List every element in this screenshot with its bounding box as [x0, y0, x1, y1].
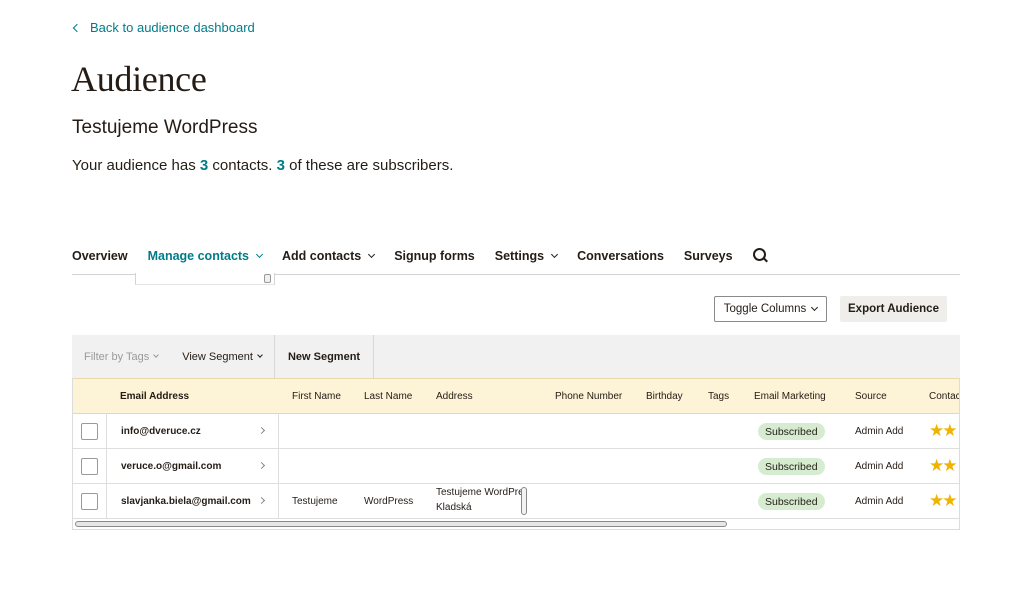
- export-audience-label: Export Audience: [848, 303, 939, 315]
- chevron-down-icon: [257, 352, 263, 358]
- export-audience-button[interactable]: Export Audience: [840, 296, 947, 322]
- column-header-email[interactable]: Email Address: [120, 391, 189, 402]
- column-header-phone[interactable]: Phone Number: [555, 391, 622, 402]
- filter-bar: Filter by Tags View Segment New Segment: [72, 335, 960, 378]
- email-cell[interactable]: slavjanka.biela@gmail.com: [106, 484, 279, 518]
- table-row[interactable]: info@dveruce.cz Subscribed Admin Add ★★: [73, 414, 959, 449]
- tab-settings[interactable]: Settings: [494, 244, 559, 268]
- tab-overview-label: Overview: [72, 249, 128, 263]
- email-cell[interactable]: veruce.o@gmail.com: [106, 449, 279, 483]
- last-name-cell: WordPress: [364, 496, 414, 507]
- chevron-left-icon: [72, 23, 82, 32]
- dropdown-scroll-handle[interactable]: [264, 274, 271, 283]
- contacts-count: 3: [199, 157, 209, 174]
- chevron-down-icon: [368, 250, 376, 259]
- column-header-address[interactable]: Address: [436, 391, 473, 402]
- view-segment-dropdown[interactable]: View Segment: [182, 350, 263, 363]
- subscribers-count: 3: [276, 157, 285, 174]
- tab-add-contacts[interactable]: Add contacts: [282, 244, 376, 268]
- contacts-table: Email Address First Name Last Name Addre…: [72, 378, 960, 530]
- summary-prefix: Your audience has: [72, 157, 196, 174]
- email-cell[interactable]: info@dveruce.cz: [106, 414, 279, 448]
- search-icon[interactable]: [752, 248, 769, 264]
- star-rating-icon: ★★: [929, 491, 958, 510]
- tab-surveys[interactable]: Surveys: [684, 244, 733, 268]
- audience-summary: Your audience has 3 contacts. 3 of these…: [72, 157, 453, 174]
- column-header-first-name[interactable]: First Name: [292, 391, 341, 402]
- toggle-columns-label: Toggle Columns: [723, 303, 807, 315]
- back-link-label: Back to audience dashboard: [90, 20, 255, 35]
- row-checkbox[interactable]: [81, 458, 98, 475]
- summary-middle: contacts.: [212, 157, 273, 174]
- source-cell: Admin Add: [855, 496, 904, 507]
- manage-contacts-dropdown[interactable]: [135, 273, 275, 285]
- tab-add-contacts-label: Add contacts: [282, 249, 362, 263]
- column-header-tags[interactable]: Tags: [708, 391, 729, 402]
- source-cell: Admin Add: [855, 461, 904, 472]
- audience-nav: Overview Manage contacts Add contacts Si…: [72, 244, 960, 275]
- contact-email[interactable]: veruce.o@gmail.com: [121, 461, 221, 472]
- page-title: Audience: [71, 59, 207, 99]
- chevron-down-icon: [551, 250, 559, 259]
- column-header-contact-rating[interactable]: Contac: [929, 391, 959, 402]
- status-badge: Subscribed: [758, 423, 825, 440]
- horizontal-scrollbar[interactable]: [75, 521, 727, 527]
- star-rating-icon: ★★: [929, 421, 958, 440]
- summary-suffix: of these are subscribers.: [289, 157, 454, 174]
- address-line-2: Kladská: [436, 502, 472, 513]
- view-segment-label: View Segment: [182, 350, 253, 363]
- contact-email[interactable]: info@dveruce.cz: [121, 426, 201, 437]
- tab-signup-forms[interactable]: Signup forms: [394, 244, 475, 268]
- chevron-right-icon[interactable]: [257, 496, 266, 505]
- table-header: Email Address First Name Last Name Addre…: [73, 378, 959, 414]
- new-segment-label: New Segment: [287, 350, 361, 363]
- chevron-right-icon[interactable]: [257, 461, 266, 470]
- column-header-birthday[interactable]: Birthday: [646, 391, 683, 402]
- tab-conversations-label: Conversations: [577, 249, 664, 263]
- tab-conversations[interactable]: Conversations: [577, 244, 664, 268]
- tab-manage-contacts[interactable]: Manage contacts: [147, 244, 264, 268]
- first-name-cell: Testujeme: [292, 496, 338, 507]
- tab-surveys-label: Surveys: [683, 249, 733, 263]
- column-header-source[interactable]: Source: [855, 391, 887, 402]
- chevron-down-icon: [811, 303, 819, 312]
- filter-by-tags-label: Filter by Tags: [84, 350, 150, 363]
- row-checkbox[interactable]: [81, 423, 98, 440]
- column-header-last-name[interactable]: Last Name: [364, 391, 412, 402]
- row-checkbox[interactable]: [81, 493, 98, 510]
- toggle-columns-button[interactable]: Toggle Columns: [714, 296, 827, 322]
- filter-by-tags-dropdown[interactable]: Filter by Tags: [84, 350, 160, 363]
- chevron-down-icon: [255, 250, 264, 259]
- tab-signup-forms-label: Signup forms: [394, 249, 475, 263]
- contact-email[interactable]: slavjanka.biela@gmail.com: [121, 496, 251, 507]
- table-row[interactable]: veruce.o@gmail.com Subscribed Admin Add …: [73, 449, 959, 484]
- tab-overview[interactable]: Overview: [72, 244, 128, 268]
- star-rating-icon: ★★: [929, 456, 958, 475]
- status-badge: Subscribed: [758, 458, 825, 475]
- tab-settings-label: Settings: [494, 249, 545, 263]
- table-row[interactable]: slavjanka.biela@gmail.com Testujeme Word…: [73, 484, 959, 519]
- chevron-down-icon: [153, 352, 160, 358]
- column-header-email-marketing[interactable]: Email Marketing: [754, 391, 826, 402]
- new-segment-button[interactable]: New Segment: [275, 335, 373, 378]
- source-cell: Admin Add: [855, 426, 904, 437]
- tab-manage-contacts-label: Manage contacts: [147, 249, 250, 263]
- status-badge: Subscribed: [758, 493, 825, 510]
- audience-name: Testujeme WordPress: [72, 117, 258, 138]
- chevron-right-icon[interactable]: [257, 426, 266, 435]
- address-line-1: Testujeme WordPre: [436, 487, 524, 498]
- divider: [373, 335, 375, 378]
- back-link[interactable]: Back to audience dashboard: [72, 20, 255, 35]
- address-scrollbar[interactable]: [521, 487, 527, 515]
